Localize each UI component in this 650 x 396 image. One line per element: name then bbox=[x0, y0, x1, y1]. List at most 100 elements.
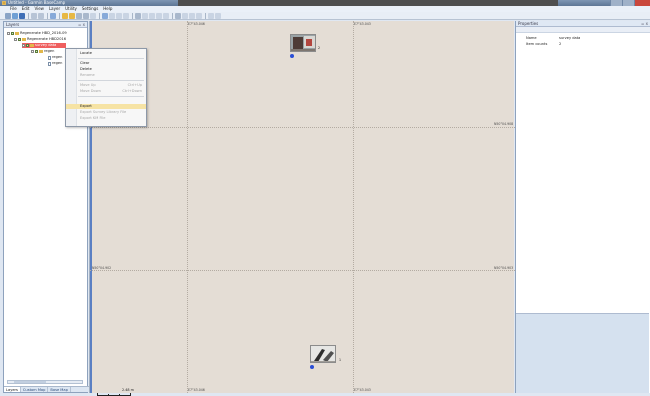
context-menu-export-survey-library[interactable]: Export Survey Library File bbox=[66, 110, 146, 115]
folder-icon bbox=[39, 50, 43, 53]
open-icon[interactable] bbox=[12, 12, 18, 19]
grid-line-vertical bbox=[187, 21, 188, 393]
context-menu-clear[interactable]: Clear bbox=[66, 61, 146, 66]
find-icon[interactable] bbox=[175, 12, 181, 19]
new-icon[interactable] bbox=[5, 12, 11, 19]
context-menu: Locate Clear Delete Rename Move Up Ctrl+… bbox=[65, 48, 147, 127]
menu-separator bbox=[78, 80, 144, 81]
back-icon[interactable] bbox=[31, 12, 37, 19]
grid-label-right-lower: N50°04.903 bbox=[494, 266, 514, 270]
tree-item-selected[interactable]: survey data bbox=[22, 43, 67, 48]
tree-item-label: Regenerate HBD2016 bbox=[27, 37, 67, 41]
route-icon[interactable] bbox=[142, 12, 148, 19]
grid-label-top-left: E7°43.046 bbox=[188, 22, 205, 26]
tree-item-label: survey data bbox=[35, 43, 57, 47]
expand-icon[interactable] bbox=[31, 50, 34, 53]
toolbar-separator bbox=[47, 12, 48, 19]
pan-icon[interactable] bbox=[83, 12, 89, 19]
context-menu-export-km[interactable]: Export KM File bbox=[66, 116, 146, 121]
context-menu-locate[interactable]: Locate bbox=[66, 51, 146, 56]
properties-panel: Properties = x Name survey data Item cou… bbox=[515, 21, 650, 393]
measure-icon[interactable] bbox=[116, 12, 122, 19]
settings-icon[interactable] bbox=[123, 12, 129, 19]
tree-item[interactable]: regen bbox=[31, 49, 54, 54]
tree-item[interactable]: regen bbox=[48, 61, 62, 66]
property-row: Item counts 2 bbox=[516, 41, 649, 47]
photo-marker-label: 1 bbox=[339, 358, 342, 362]
photo-marker[interactable]: 2 bbox=[290, 34, 330, 58]
expand-icon[interactable] bbox=[14, 38, 17, 41]
filter-icon[interactable] bbox=[182, 12, 188, 19]
toolbar-separator bbox=[99, 12, 100, 19]
toolbar-separator bbox=[205, 12, 206, 19]
grid-label-bottom-left: E7°43.046 bbox=[188, 388, 205, 392]
toolbar-separator bbox=[59, 12, 60, 19]
expand-icon[interactable] bbox=[7, 32, 10, 35]
grid-label-bottom-right: E7°43.043 bbox=[354, 388, 371, 392]
zoom-icon[interactable] bbox=[76, 12, 82, 19]
forward-icon[interactable] bbox=[38, 12, 44, 19]
save-icon[interactable] bbox=[19, 12, 25, 19]
pointer-icon[interactable] bbox=[102, 12, 108, 19]
tab-layers[interactable]: Layers bbox=[4, 387, 21, 392]
tab-custom-map[interactable]: Custom Map bbox=[21, 387, 49, 392]
folder-icon bbox=[30, 44, 34, 47]
photo-marker[interactable]: 1 bbox=[310, 345, 350, 369]
layers-panel-header: Layers = x bbox=[4, 22, 87, 28]
grid-line-horizontal bbox=[90, 127, 515, 128]
document-icon bbox=[48, 55, 51, 60]
waypoint-icon[interactable] bbox=[135, 12, 141, 19]
context-menu-move-up[interactable]: Move Up Ctrl+Up bbox=[66, 83, 146, 88]
layers-icon[interactable] bbox=[90, 12, 96, 19]
properties-subheader bbox=[516, 27, 650, 33]
delete-icon[interactable] bbox=[189, 12, 195, 19]
map-view[interactable]: E7°43.046 E7°43.043 E7°43.046 E7°43.043 … bbox=[89, 21, 515, 396]
grid-label-right-upper: N50°04.908 bbox=[494, 122, 514, 126]
context-menu-delete[interactable]: Delete bbox=[66, 67, 146, 72]
photo-thumbnail[interactable] bbox=[290, 34, 316, 52]
toolbar bbox=[0, 12, 650, 20]
context-menu-move-down[interactable]: Move Down Ctrl+Down bbox=[66, 89, 146, 94]
scrollbar-thumb[interactable] bbox=[14, 381, 46, 383]
layers-panel-buttons[interactable]: = x bbox=[78, 22, 85, 28]
grid-line-horizontal bbox=[90, 270, 515, 271]
layers-bottom-tabs: Layers Custom Map Base Map bbox=[4, 386, 89, 392]
tree-item-label: regen bbox=[52, 55, 63, 59]
toolbar-separator bbox=[132, 12, 133, 19]
visibility-checkbox[interactable] bbox=[18, 38, 21, 41]
refresh-icon[interactable] bbox=[109, 12, 115, 19]
folder-icon[interactable] bbox=[62, 12, 68, 19]
tree-item[interactable]: Regenerate HBD_2016-09 bbox=[7, 31, 67, 36]
document-icon bbox=[48, 61, 51, 66]
info-icon[interactable] bbox=[196, 12, 202, 19]
undo-icon[interactable] bbox=[208, 12, 214, 19]
menu-separator bbox=[78, 96, 144, 97]
property-value: 2 bbox=[559, 42, 562, 46]
tree-item-label: regen bbox=[44, 49, 55, 53]
context-menu-rename[interactable]: Rename bbox=[66, 73, 146, 78]
properties-panel-title: Properties bbox=[518, 21, 539, 26]
tree-item[interactable]: regen bbox=[48, 55, 62, 60]
visibility-checkbox[interactable] bbox=[26, 44, 29, 47]
track-icon[interactable] bbox=[149, 12, 155, 19]
globe-icon[interactable] bbox=[50, 12, 56, 19]
location-pin-icon[interactable] bbox=[290, 54, 294, 58]
context-menu-export[interactable]: Export bbox=[66, 104, 146, 109]
shortcut-label: Ctrl+Down bbox=[122, 89, 142, 93]
tree-item[interactable]: Regenerate HBD2016 bbox=[14, 37, 66, 42]
property-name: Item counts bbox=[526, 42, 548, 46]
photo-icon[interactable] bbox=[163, 12, 169, 19]
horizontal-scrollbar[interactable] bbox=[7, 380, 83, 384]
expand-icon[interactable] bbox=[22, 44, 25, 47]
visibility-checkbox[interactable] bbox=[35, 50, 38, 53]
visibility-checkbox[interactable] bbox=[11, 32, 14, 35]
tab-base-map[interactable]: Base Map bbox=[48, 387, 71, 392]
shortcut-label: Ctrl+Up bbox=[127, 83, 142, 87]
properties-panel-buttons[interactable]: = x bbox=[641, 21, 648, 27]
location-pin-icon[interactable] bbox=[310, 365, 314, 369]
library-icon[interactable] bbox=[69, 12, 75, 19]
area-icon[interactable] bbox=[156, 12, 162, 19]
redo-icon[interactable] bbox=[215, 12, 221, 19]
scale-label: 2.48 m bbox=[122, 388, 134, 392]
photo-thumbnail[interactable] bbox=[310, 345, 336, 363]
